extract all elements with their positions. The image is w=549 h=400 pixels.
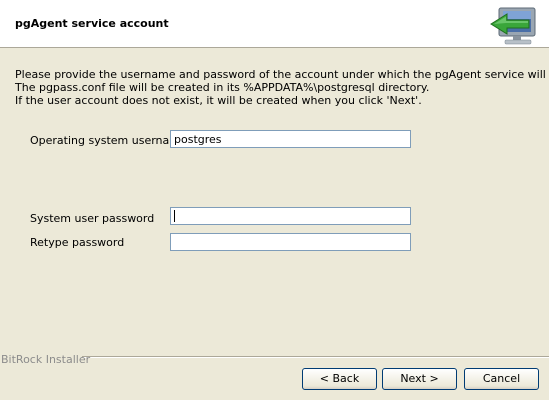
page-title: pgAgent service account: [15, 17, 169, 30]
retype-password-input[interactable]: [170, 233, 411, 251]
next-button[interactable]: Next >: [382, 368, 457, 390]
cancel-button[interactable]: Cancel: [464, 368, 539, 390]
installer-brand: BitRock Installer: [1, 353, 91, 366]
installer-window: pgAgent service account Please provide t…: [0, 0, 549, 400]
description-line: The pgpass.conf file will be created in …: [15, 81, 430, 94]
back-button[interactable]: < Back: [302, 368, 377, 390]
username-input[interactable]: [170, 130, 411, 148]
retype-password-label: Retype password: [30, 236, 125, 249]
footer-divider: [82, 356, 549, 358]
computer-arrow-icon: [489, 4, 541, 46]
text-cursor: [174, 210, 175, 222]
description-text: Please provide the username and password…: [15, 68, 549, 107]
username-label: Operating system username: [30, 134, 187, 147]
description-line: If the user account does not exist, it w…: [15, 94, 422, 107]
header-banner: pgAgent service account: [0, 0, 549, 48]
password-input[interactable]: [170, 207, 411, 225]
password-label: System user password: [30, 212, 155, 225]
description-line: Please provide the username and password…: [15, 68, 549, 81]
